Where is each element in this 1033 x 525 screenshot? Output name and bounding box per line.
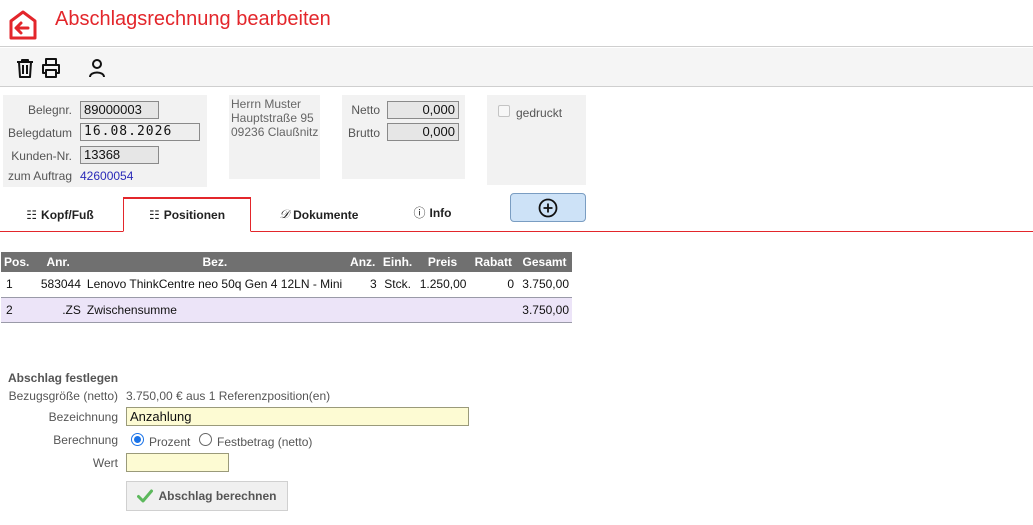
cell-anz: 3 <box>345 272 380 298</box>
col-header-einh[interactable]: Einh. <box>379 252 416 272</box>
belegdatum-field[interactable]: 16.08.2026 <box>80 123 200 141</box>
radio-festbetrag-label[interactable]: Festbetrag (netto) <box>217 435 312 449</box>
print-icon[interactable] <box>40 57 62 79</box>
bezeichnung-label: Bezeichnung <box>48 410 118 424</box>
belegnr-field[interactable]: 89000003 <box>80 101 159 119</box>
list-icon: ☷ <box>148 208 160 222</box>
col-header-pos[interactable]: Pos. <box>1 252 33 272</box>
berechnung-label: Berechnung <box>53 433 118 447</box>
tab-kopf-fuss-label: Kopf/Fuß <box>41 207 94 222</box>
netto-label: Netto <box>351 103 380 117</box>
table-row[interactable]: 2 .ZS Zwischensumme 3.750,00 <box>1 297 572 323</box>
tab-positionen-label: Positionen <box>163 208 226 222</box>
cell-einh: Stck. <box>379 272 416 298</box>
bezugsgroesse-value: 3.750,00 € aus 1 Referenzposition(en) <box>126 389 331 403</box>
plus-circle-icon <box>538 198 558 217</box>
document-icon: 𝒟 <box>279 207 290 221</box>
radio-festbetrag[interactable] <box>199 433 212 446</box>
address-line-street: Hauptstraße 95 <box>231 111 314 125</box>
info-icon: ⓘ <box>413 206 426 220</box>
cell-pos: 1 <box>1 272 33 298</box>
cell-gesamt: 3.750,00 <box>517 272 572 298</box>
toolbar <box>0 48 1033 87</box>
abschlag-berechnen-button[interactable]: Abschlag berechnen <box>126 481 288 511</box>
header-bar: Abschlagsrechnung bearbeiten <box>0 0 1033 47</box>
radio-prozent-label[interactable]: Prozent <box>149 435 190 449</box>
totals-panel: Netto 0,000 Brutto 0,000 <box>342 95 465 179</box>
kunden-nr-field[interactable]: 13368 <box>80 146 159 164</box>
kunden-nr-label: Kunden-Nr. <box>11 149 72 163</box>
cell-anz <box>345 297 380 323</box>
netto-field: 0,000 <box>387 101 459 119</box>
tab-dokumente[interactable]: 𝒟 Dokumente <box>274 197 364 232</box>
tab-info[interactable]: ⓘ Info <box>405 195 460 230</box>
address-line-name: Herrn Muster <box>231 97 302 111</box>
page-title: Abschlagsrechnung bearbeiten <box>55 8 331 30</box>
wert-label: Wert <box>92 456 118 470</box>
address-line-city: 09236 Claußnitz <box>231 125 319 139</box>
tab-info-label: Info <box>429 205 452 220</box>
list-icon: ☷ <box>26 207 38 222</box>
table-header-row: Pos. Anr. Bez. Anz. Einh. Preis Rabatt G… <box>1 252 572 272</box>
gedruckt-label: gedruckt <box>516 106 563 120</box>
tab-dokumente-label: Dokumente <box>293 207 359 222</box>
cell-preis <box>415 297 470 323</box>
positions-table: Pos. Anr. Bez. Anz. Einh. Preis Rabatt G… <box>1 252 572 323</box>
cell-anr: .ZS <box>32 297 84 323</box>
radio-prozent[interactable] <box>131 433 144 446</box>
cell-einh <box>379 297 416 323</box>
col-header-anr[interactable]: Anr. <box>32 252 84 272</box>
trash-icon[interactable] <box>14 57 36 79</box>
col-header-bez[interactable]: Bez. <box>83 252 346 272</box>
cell-rabatt <box>469 297 518 323</box>
abschlag-berechnen-label: Abschlag berechnen <box>158 489 277 503</box>
bezugsgroesse-label: Bezugsgröße (netto) <box>8 389 118 403</box>
cell-pos: 2 <box>1 297 33 323</box>
add-button[interactable] <box>510 193 586 222</box>
person-icon[interactable] <box>86 57 108 79</box>
cell-rabatt: 0 <box>469 272 518 298</box>
cell-gesamt: 3.750,00 <box>517 297 572 323</box>
col-header-gesamt[interactable]: Gesamt <box>517 252 572 272</box>
col-header-rabatt[interactable]: Rabatt <box>469 252 518 272</box>
abschlag-section-title: Abschlag festlegen <box>8 371 119 385</box>
address-panel: Herrn Muster Hauptstraße 95 09236 Claußn… <box>229 95 320 179</box>
tab-positionen[interactable]: ☷ Positionen <box>123 197 251 232</box>
bezeichnung-input[interactable]: Anzahlung <box>126 407 469 426</box>
auftrag-link[interactable]: 42600054 <box>80 169 133 183</box>
brutto-field: 0,000 <box>387 123 459 141</box>
cell-anr: 583044 <box>32 272 84 298</box>
beleg-panel: Belegnr. 89000003 Belegdatum 16.08.2026 … <box>3 95 207 187</box>
tab-kopf-fuss[interactable]: ☷ Kopf/Fuß <box>22 197 98 232</box>
col-header-anz[interactable]: Anz. <box>345 252 380 272</box>
gedruckt-checkbox[interactable] <box>498 105 510 117</box>
belegdatum-label: Belegdatum <box>7 126 72 140</box>
brutto-label: Brutto <box>347 126 380 140</box>
cell-bez: Zwischensumme <box>83 297 346 323</box>
home-exit-icon[interactable] <box>8 9 38 41</box>
belegnr-label: Belegnr. <box>27 103 72 117</box>
checkmark-icon <box>137 489 154 503</box>
wert-input[interactable] <box>126 453 229 472</box>
col-header-preis[interactable]: Preis <box>415 252 470 272</box>
cell-preis: 1.250,00 <box>415 272 470 298</box>
table-row[interactable]: 1 583044 Lenovo ThinkCentre neo 50q Gen … <box>1 272 572 298</box>
status-panel: gedruckt <box>487 95 586 185</box>
auftrag-label: zum Auftrag <box>7 169 72 183</box>
cell-bez: Lenovo ThinkCentre neo 50q Gen 4 12LN - … <box>83 272 346 298</box>
